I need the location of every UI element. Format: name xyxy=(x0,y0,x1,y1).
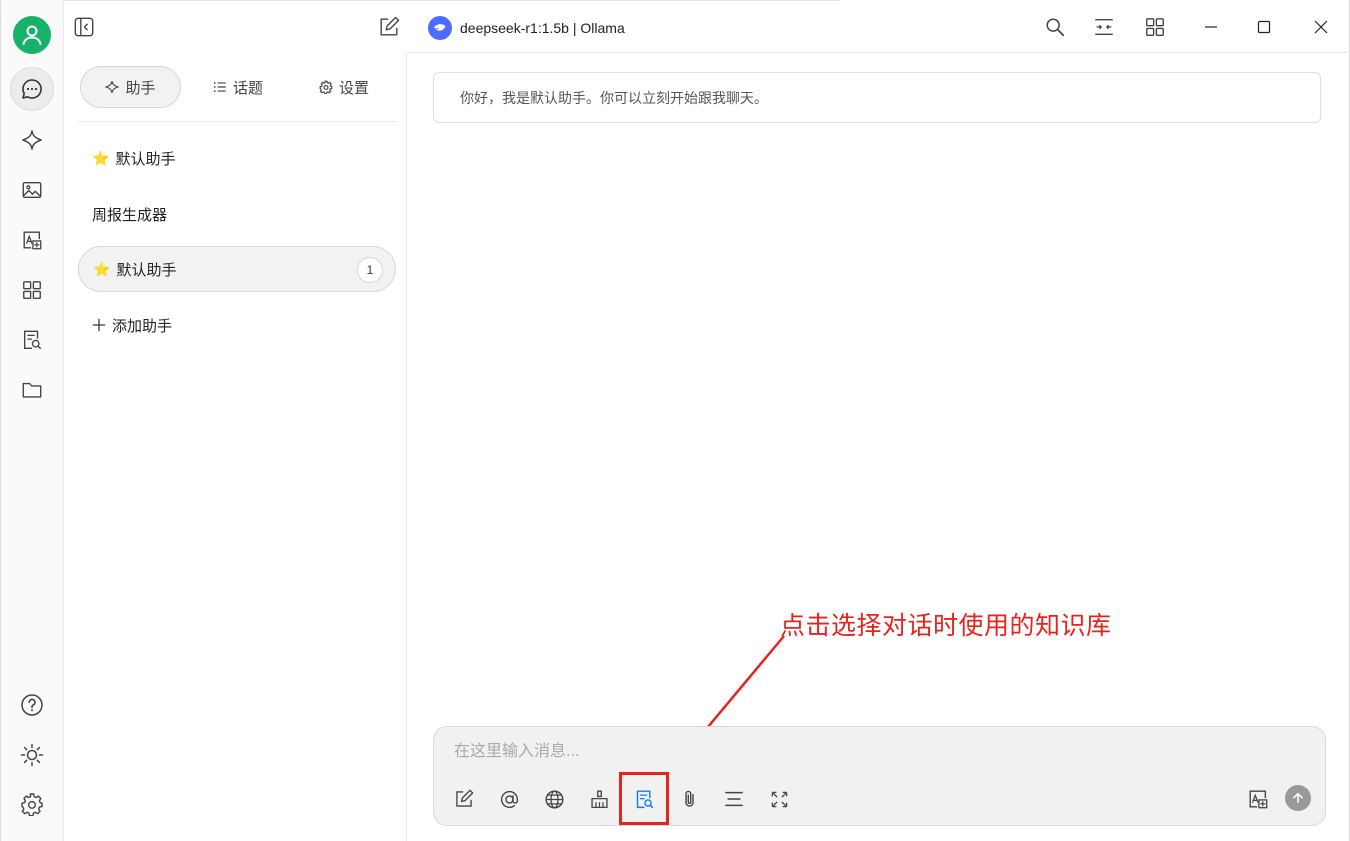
maximize-icon xyxy=(1257,20,1271,34)
paperclip-icon xyxy=(684,790,694,807)
assistant-label: 默认助手 xyxy=(115,150,176,168)
image-icon xyxy=(22,181,42,199)
sidebar-toggle-icon xyxy=(74,17,94,37)
search-icon xyxy=(1046,18,1065,37)
close-icon xyxy=(1314,20,1328,34)
tab-settings[interactable]: 设置 xyxy=(294,66,394,108)
translate-icon xyxy=(23,231,42,250)
sparkle-icon xyxy=(22,130,42,150)
nav-agents-button[interactable] xyxy=(10,118,54,162)
close-window-button[interactable] xyxy=(1305,11,1337,43)
send-button[interactable] xyxy=(1285,785,1311,811)
deepseek-logo-icon xyxy=(428,16,452,40)
window-border xyxy=(0,0,840,1)
model-title[interactable]: deepseek-r1:1.5b | Ollama xyxy=(428,16,625,40)
layout-switch-button[interactable] xyxy=(1088,11,1120,43)
star-icon: ⭐ xyxy=(92,149,110,166)
question-icon xyxy=(21,694,43,716)
welcome-message: 你好，我是默认助手。你可以立刻开始跟我聊天。 xyxy=(433,72,1321,123)
star-icon: ⭐ xyxy=(93,260,111,277)
translate-input-button[interactable] xyxy=(1242,783,1274,815)
expand-icon xyxy=(771,791,787,807)
gear-icon xyxy=(21,793,43,816)
message-composer xyxy=(433,726,1326,826)
translate-icon xyxy=(1249,790,1268,809)
assistant-label: 周报生成器 xyxy=(92,206,168,224)
panel-tabs: 助手 话题 设置 xyxy=(80,66,396,110)
user-icon xyxy=(22,25,42,45)
chat-bubble-icon xyxy=(22,79,42,99)
mention-model-button[interactable] xyxy=(493,783,525,815)
maximize-button[interactable] xyxy=(1248,11,1280,43)
split-lines-icon xyxy=(725,791,743,807)
clear-context-button[interactable] xyxy=(583,783,615,815)
tab-assistants[interactable]: 助手 xyxy=(80,66,181,108)
assistant-item-default[interactable]: ⭐ 默认助手 xyxy=(78,135,396,181)
attachment-button[interactable] xyxy=(673,783,705,815)
tab-label: 设置 xyxy=(338,79,369,97)
add-assistant-label: 添加助手 xyxy=(112,317,173,335)
nav-paintings-button[interactable] xyxy=(10,168,54,212)
topic-count-badge: 1 xyxy=(357,257,383,283)
welcome-text: 你好，我是默认助手。你可以立刻开始跟我聊天。 xyxy=(460,89,768,106)
folder-icon xyxy=(22,382,42,398)
minimize-button[interactable] xyxy=(1195,11,1227,43)
new-topic-button[interactable] xyxy=(373,11,405,43)
mini-apps-button[interactable] xyxy=(1139,11,1171,43)
tab-topics[interactable]: 话题 xyxy=(188,66,288,108)
minimize-icon xyxy=(1205,26,1217,28)
nav-files-button[interactable] xyxy=(10,368,54,412)
tab-label: 助手 xyxy=(125,79,156,97)
expand-horizontal-icon xyxy=(1095,18,1113,36)
help-button[interactable] xyxy=(10,683,54,727)
model-title-text: deepseek-r1:1.5b | Ollama xyxy=(460,20,625,36)
knowledge-base-icon xyxy=(23,330,42,350)
sun-icon xyxy=(20,743,44,767)
nav-apps-button[interactable] xyxy=(10,268,54,312)
edit-icon xyxy=(380,16,400,36)
toggle-sidebar-button[interactable] xyxy=(68,11,100,43)
list-icon xyxy=(213,82,226,92)
sparkle-icon xyxy=(105,81,120,93)
plus-icon xyxy=(92,318,106,332)
grid-icon xyxy=(1146,18,1164,36)
at-icon xyxy=(500,790,518,808)
message-input[interactable] xyxy=(452,739,1212,765)
annotation-highlight-box xyxy=(619,772,669,825)
nav-knowledge-button[interactable] xyxy=(10,318,54,362)
nav-translate-button[interactable] xyxy=(10,218,54,262)
annotation-label: 点击选择对话时使用的知识库 xyxy=(780,611,1112,640)
globe-icon xyxy=(544,789,564,809)
settings-button[interactable] xyxy=(10,782,54,826)
assistant-label: 默认助手 xyxy=(116,261,177,279)
nav-chat-button[interactable] xyxy=(10,67,54,111)
gear-icon xyxy=(319,80,333,94)
edit-icon xyxy=(456,789,474,807)
new-topic-tool-button[interactable] xyxy=(448,783,480,815)
tab-label: 话题 xyxy=(232,79,263,97)
assistant-item-default-selected[interactable]: ⭐ 默认助手 1 xyxy=(78,246,396,292)
arrow-up-icon xyxy=(1293,792,1303,804)
broom-icon xyxy=(590,790,608,808)
assistant-item-weekly-report[interactable]: 周报生成器 xyxy=(78,191,396,237)
header-divider xyxy=(408,52,1350,53)
theme-toggle-button[interactable] xyxy=(10,733,54,777)
tabs-divider xyxy=(78,121,396,122)
search-button[interactable] xyxy=(1039,11,1071,43)
web-search-button[interactable] xyxy=(538,783,570,815)
add-assistant-button[interactable]: 添加助手 xyxy=(78,302,396,348)
context-divider-button[interactable] xyxy=(718,783,750,815)
user-avatar[interactable] xyxy=(13,16,51,54)
grid-icon xyxy=(23,281,41,299)
expand-input-button[interactable] xyxy=(763,783,795,815)
